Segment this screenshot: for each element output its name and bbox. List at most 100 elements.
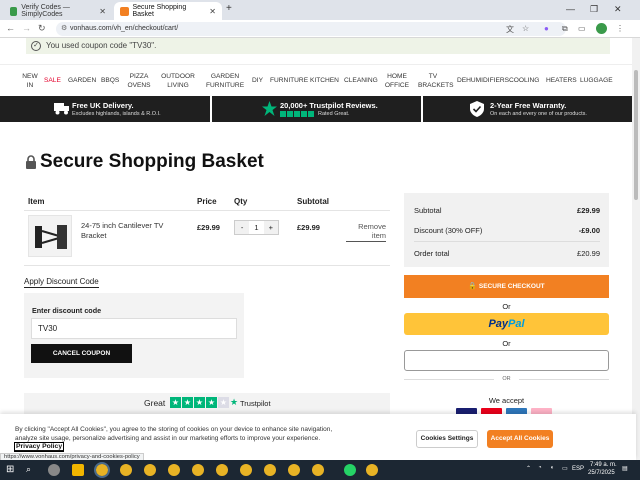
delivery-subtitle: Excludes highlands, islands & R.O.I. [72, 111, 161, 117]
menu-item-garden-furniture[interactable]: GARDEN FURNITURE [206, 72, 244, 90]
restore-icon[interactable]: ❐ [590, 4, 598, 15]
chrome-taskbar-icon[interactable] [168, 464, 180, 476]
profile-avatar[interactable] [596, 23, 607, 34]
menu-item-kitchen[interactable]: KITCHEN [310, 76, 339, 85]
back-icon[interactable]: ← [6, 23, 15, 33]
browser-tab-strip: Verify Codes — SimplyCodes ✕ Secure Shop… [0, 0, 640, 20]
summary-discount-row: Discount (30% OFF) -£9.00 [414, 226, 600, 235]
volume-icon[interactable]: ◖ [550, 465, 554, 471]
close-window-icon[interactable]: ✕ [614, 4, 622, 15]
chrome-taskbar-icon[interactable] [192, 464, 204, 476]
privacy-policy-link[interactable]: Privacy Policy [13, 442, 65, 452]
chrome-taskbar-icon[interactable] [216, 464, 228, 476]
language-indicator[interactable]: ESP [572, 466, 584, 472]
apply-discount-link[interactable]: Apply Discount Code [24, 277, 99, 288]
menu-item-luggage[interactable]: LUGGAGE [580, 76, 613, 85]
extensions-puzzle-icon[interactable]: ⧉ [562, 24, 568, 34]
menu-item-heaters[interactable]: HEATERS [546, 76, 577, 85]
chrome-taskbar-icon[interactable] [94, 462, 110, 478]
whatsapp-taskbar-icon[interactable] [344, 464, 356, 476]
chrome-taskbar-icon[interactable] [288, 464, 300, 476]
minimize-icon[interactable]: — [566, 4, 575, 14]
chrome-taskbar-icon[interactable] [312, 464, 324, 476]
site-info-icon[interactable]: ⚙ [61, 22, 67, 36]
browser-menu-icon[interactable]: ⋮ [616, 24, 624, 33]
paypal-button[interactable]: PayPal [404, 313, 609, 335]
order-total-label: Order total [414, 249, 450, 258]
menu-item-bbqs[interactable]: BBQS [101, 76, 119, 85]
close-tab-icon[interactable]: ✕ [209, 7, 216, 16]
column-header-price: Price [197, 197, 217, 206]
increase-qty-button[interactable]: + [263, 221, 278, 234]
menu-item-garden[interactable]: GARDEN [68, 76, 96, 85]
file-explorer-icon[interactable] [72, 464, 84, 476]
discount-code-input[interactable]: TV30 [31, 318, 237, 339]
remove-item-link[interactable]: Remove item [346, 222, 386, 242]
menu-item-outdoor-living[interactable]: OUTDOOR LIVING [160, 72, 196, 90]
trustpilot-star-icon [262, 101, 277, 116]
search-icon[interactable]: ⌕ [26, 464, 31, 475]
star-icon: ★ [218, 397, 229, 408]
reload-icon[interactable]: ↻ [38, 23, 46, 34]
menu-item-sale[interactable]: SALE [44, 76, 61, 85]
divider [24, 265, 390, 266]
menu-item-new-in[interactable]: NEW IN [22, 72, 38, 90]
new-tab-button[interactable]: + [226, 3, 232, 14]
google-pay-button[interactable] [404, 350, 609, 371]
menu-item-tv-brackets[interactable]: TV BRACKETS [418, 72, 454, 90]
notifications-icon[interactable]: ▤ [622, 465, 628, 472]
tab-secure-basket[interactable]: Secure Shopping Basket ✕ [114, 2, 222, 20]
star-icon: ★ [206, 397, 217, 408]
simplycodes-favicon-icon [10, 6, 18, 16]
menu-item-pizza-ovens[interactable]: PIZZA OVENS [126, 72, 152, 90]
menu-item-cleaning[interactable]: CLEANING [344, 76, 378, 85]
secure-checkout-button[interactable]: 🔒 Secure Checkout [404, 275, 609, 298]
trustpilot-widget[interactable]: Great ★ ★ ★ ★ ★ ★ Trustpilot [24, 393, 390, 415]
tab-simplycodes[interactable]: Verify Codes — SimplyCodes ✕ [4, 2, 112, 20]
cancel-coupon-button[interactable]: Cancel Coupon [31, 344, 132, 363]
qty-value[interactable]: 1 [249, 221, 263, 234]
accept-all-cookies-button[interactable]: Accept All Cookies [487, 430, 553, 448]
warranty-subtitle: On each and every one of our products. [490, 111, 587, 117]
chrome-taskbar-icon[interactable] [120, 464, 132, 476]
bookmark-star-icon[interactable]: ☆ [522, 24, 529, 33]
url-field[interactable]: ⚙ vonhaus.com/vh_en/checkout/cart/ [56, 22, 566, 36]
menu-item-cooling[interactable]: COOLING [509, 76, 539, 85]
trustpilot-title: 20,000+ Trustpilot Reviews. [280, 101, 378, 110]
close-tab-icon[interactable]: ✕ [99, 7, 106, 16]
usp-band: Free UK Delivery. Excludes highlands, is… [0, 96, 636, 122]
battery-icon[interactable]: ▭ [562, 465, 568, 472]
extension-icon[interactable]: ● [544, 24, 549, 33]
band-divider [210, 96, 212, 122]
product-name-link[interactable]: 24-75 inch Cantilever TV Bracket [81, 221, 181, 241]
translate-icon[interactable]: 文 [506, 24, 514, 35]
menu-item-home-office[interactable]: HOME OFFICE [384, 72, 410, 90]
item-subtotal: £29.99 [297, 223, 320, 232]
wifi-icon[interactable]: ◔ [538, 465, 542, 471]
scrollbar-thumb[interactable] [634, 70, 638, 200]
chrome-taskbar-icon[interactable] [366, 464, 378, 476]
split-view-icon[interactable]: ▭ [578, 24, 586, 33]
task-view-icon[interactable] [48, 464, 60, 476]
clock-date[interactable]: 25/7/2025 [588, 470, 615, 476]
cookies-settings-button[interactable]: Cookies Settings [416, 430, 478, 448]
product-thumbnail[interactable] [28, 215, 72, 257]
vonhaus-favicon-icon [120, 6, 129, 16]
chrome-taskbar-icon[interactable] [264, 464, 276, 476]
address-bar-row: ← → ↻ ⚙ vonhaus.com/vh_en/checkout/cart/… [0, 20, 640, 38]
subtotal-value: £29.99 [577, 206, 600, 215]
tray-chevron-icon[interactable]: ⌃ [526, 465, 531, 472]
chrome-taskbar-icon[interactable] [240, 464, 252, 476]
forward-icon[interactable]: → [22, 23, 31, 33]
menu-item-dehumidifiers[interactable]: DEHUMIDIFIERS [457, 76, 509, 85]
discount-row-label: Discount (30% OFF) [414, 226, 483, 235]
windows-start-icon[interactable]: ⊞ [6, 464, 14, 475]
menu-item-diy[interactable]: DIY [252, 76, 263, 85]
lock-icon: 🔒 [468, 283, 478, 290]
clock-time[interactable]: 7:49 a. m. [590, 462, 617, 468]
order-total-value: £20.99 [577, 249, 600, 258]
discount-label: Enter discount code [32, 306, 102, 315]
decrease-qty-button[interactable]: - [235, 221, 250, 234]
menu-item-furniture[interactable]: FURNITURE [270, 76, 308, 85]
chrome-taskbar-icon[interactable] [144, 464, 156, 476]
